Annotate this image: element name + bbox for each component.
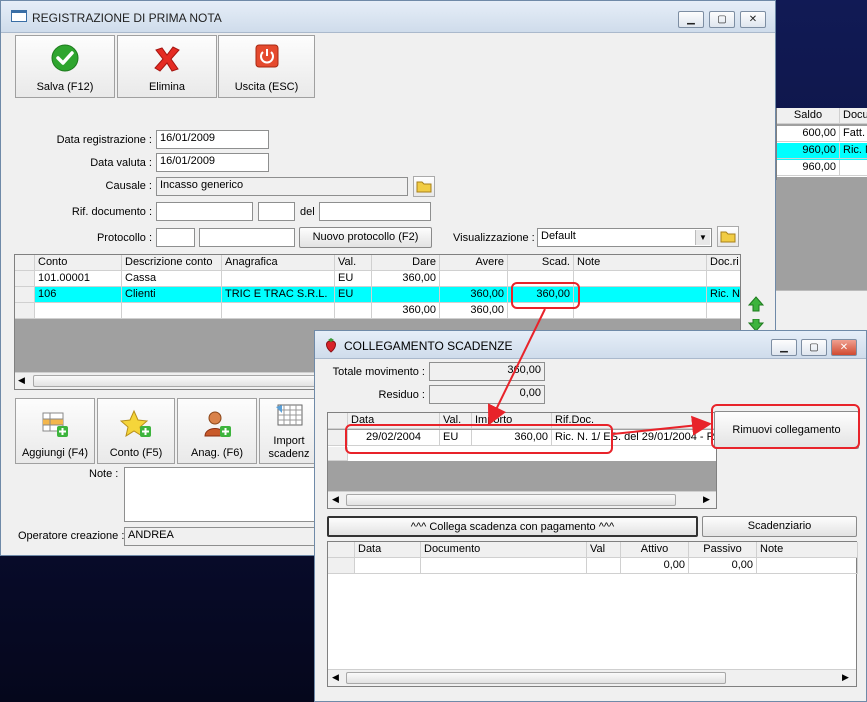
- annotation-arrows: [488, 308, 712, 436]
- annotation-arrow-down: [488, 308, 546, 426]
- annotation-arrow-right: [612, 415, 712, 436]
